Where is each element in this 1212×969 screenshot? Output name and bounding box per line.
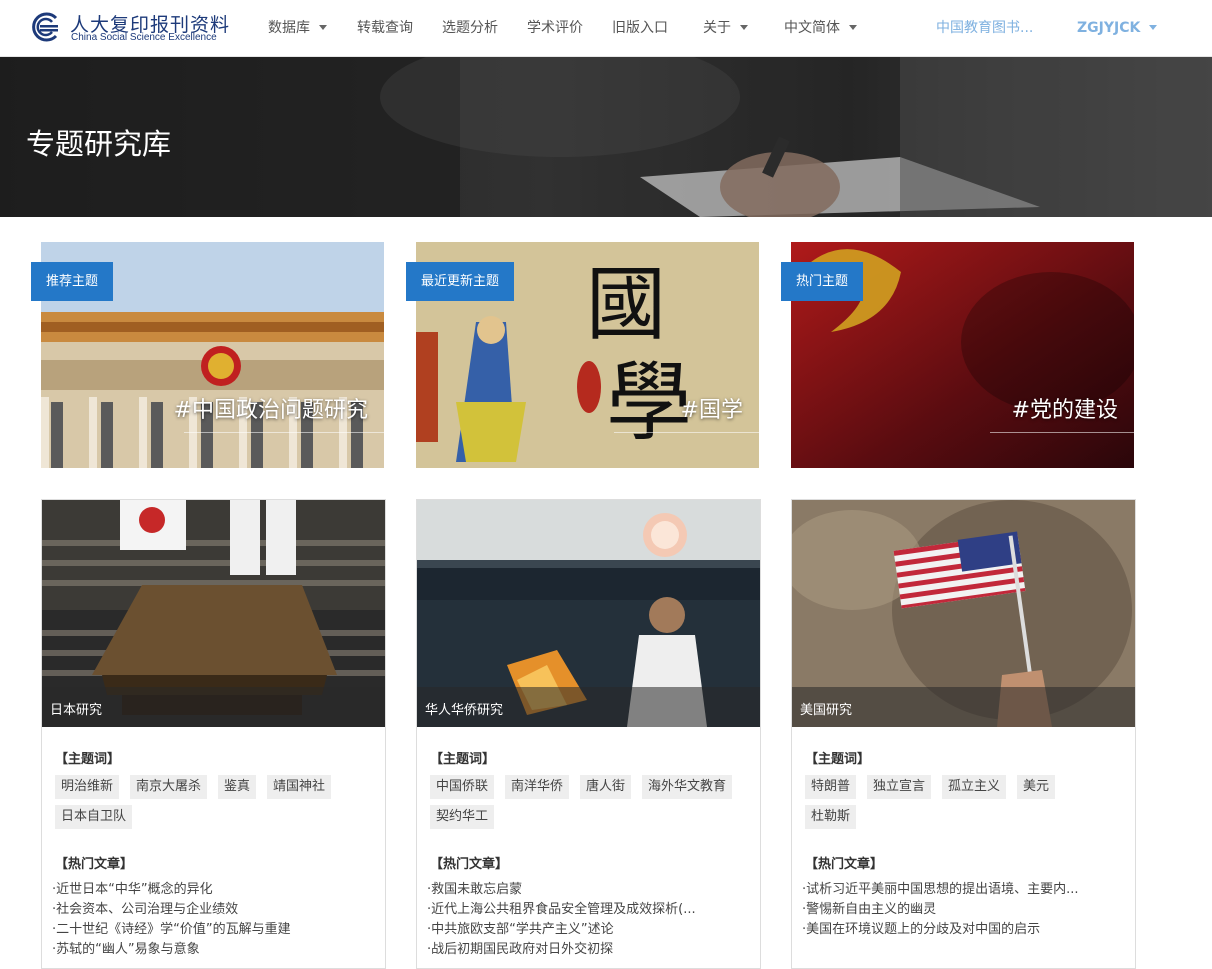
logo-mark-icon (32, 12, 58, 42)
caption-divider (614, 432, 759, 433)
article-link[interactable]: ·试析习近平美丽中国思想的提出语境、主要内... (802, 880, 1127, 900)
keyword-tag[interactable]: 中国侨联 (430, 775, 495, 799)
caret-down-icon (319, 24, 327, 30)
site-logo[interactable]: 人大复印报刊资料 China Social Science Excellence (26, 10, 236, 46)
keyword-tag[interactable]: 海外华文教育 (642, 775, 733, 799)
articles-heading: 【热门文章】 (55, 857, 134, 872)
keyword-tag[interactable]: 独立宣言 (867, 775, 932, 799)
keyword-tag[interactable]: 南京大屠杀 (130, 775, 208, 799)
nav-about[interactable]: 关于 (703, 0, 748, 56)
keyword-tag[interactable]: 靖国神社 (267, 775, 332, 799)
article-link[interactable]: ·美国在环境议题上的分歧及对中国的启示 (802, 920, 1127, 940)
caption-divider (184, 432, 384, 433)
topic-image: 美国研究 (792, 500, 1135, 727)
svg-text:學: 學 (606, 353, 692, 453)
page-title: 专题研究库 (26, 127, 172, 161)
nav-user-menu[interactable]: ZGJYJCK (1077, 0, 1158, 56)
keyword-list: 特朗普 独立宣言 孤立主义 美元杜勒斯 (805, 775, 1125, 835)
nav-language[interactable]: 中文简体 (784, 0, 857, 56)
keyword-tag[interactable]: 鉴真 (218, 775, 257, 799)
tag-recent-update[interactable]: 最近更新主题 (406, 262, 515, 301)
article-link[interactable]: ·苏轼的“幽人”易象与意象 (52, 940, 377, 960)
institution-label: 中国教育图书... (936, 20, 1034, 36)
keywords-heading: 【主题词】 (430, 752, 496, 767)
topic-caption-bar: 日本研究 (42, 687, 385, 727)
topic-name: 美国研究 (800, 703, 853, 718)
article-link[interactable]: ·社会资本、公司治理与企业绩效 (52, 900, 377, 920)
keywords-heading: 【主题词】 (805, 752, 871, 767)
keyword-list: 中国侨联 南洋华侨 唐人街 海外华文教育契约华工 (430, 775, 750, 835)
article-link[interactable]: ·近世日本“中华”概念的异化 (52, 880, 377, 900)
keyword-tag[interactable]: 明治维新 (55, 775, 120, 799)
nav-label: 数据库 (268, 20, 310, 36)
caret-down-icon (740, 24, 748, 30)
banner-background-image (0, 57, 1212, 217)
caption-divider (990, 432, 1134, 433)
nav-label: 中文简体 (784, 20, 840, 36)
nav-database[interactable]: 数据库 (268, 0, 327, 56)
article-list: ·救国未敢忘启蒙 ·近代上海公共租界食品安全管理及成效探析(... ·中共旅欧支… (427, 880, 752, 960)
feature-caption: #中国政治问题研究 (173, 398, 368, 423)
topic-name: 日本研究 (50, 703, 103, 718)
feature-caption: #党的建设 (1011, 398, 1118, 423)
caret-down-icon (1149, 24, 1158, 30)
article-list: ·试析习近平美丽中国思想的提出语境、主要内... ·警惕新自由主义的幽灵 ·美国… (802, 880, 1127, 940)
topic-image: 华人华侨研究 (417, 500, 760, 727)
nav-label: 关于 (703, 20, 731, 36)
topic-caption-bar: 华人华侨研究 (417, 687, 760, 727)
keyword-tag[interactable]: 南洋华侨 (505, 775, 570, 799)
nav-topic-analysis[interactable]: 选题分析 (442, 0, 498, 56)
page-banner: 专题研究库 (0, 57, 1212, 217)
nav-label: 旧版入口 (612, 20, 668, 36)
keywords-heading: 【主题词】 (55, 752, 121, 767)
tag-recommended[interactable]: 推荐主题 (31, 262, 114, 301)
article-link[interactable]: ·中共旅欧支部“学共产主义”述论 (427, 920, 752, 940)
logo-text-en: China Social Science Excellence (71, 32, 217, 43)
keyword-tag[interactable]: 日本自卫队 (55, 805, 133, 829)
topic-caption-bar: 美国研究 (792, 687, 1135, 727)
article-link[interactable]: ·二十世纪《诗经》学“价值”的瓦解与重建 (52, 920, 377, 940)
keyword-tag[interactable]: 唐人街 (580, 775, 632, 799)
topic-name: 华人华侨研究 (425, 703, 504, 718)
topic-card-japan[interactable]: 日本研究 【主题词】 明治维新 南京大屠杀 鉴真 靖国神社日本自卫队 【热门文章】 ·… (41, 499, 386, 969)
top-navbar: 人大复印报刊资料 China Social Science Excellence… (0, 0, 1212, 57)
article-link[interactable]: ·警惕新自由主义的幽灵 (802, 900, 1127, 920)
nav-label: 转载查询 (357, 20, 413, 36)
nav-label: 选题分析 (442, 20, 498, 36)
nav-old-version[interactable]: 旧版入口 (612, 0, 668, 56)
keyword-tag[interactable]: 孤立主义 (942, 775, 1007, 799)
tag-hot[interactable]: 热门主题 (781, 262, 864, 301)
keyword-list: 明治维新 南京大屠杀 鉴真 靖国神社日本自卫队 (55, 775, 375, 835)
article-list: ·近世日本“中华”概念的异化 ·社会资本、公司治理与企业绩效 ·二十世纪《诗经》… (52, 880, 377, 960)
user-label: ZGJYJCK (1077, 20, 1141, 36)
article-link[interactable]: ·救国未敢忘启蒙 (427, 880, 752, 900)
feature-caption: #国学 (680, 398, 743, 423)
keyword-tag[interactable]: 特朗普 (805, 775, 857, 799)
svg-text:國: 國 (586, 258, 666, 351)
keyword-tag[interactable]: 杜勒斯 (805, 805, 857, 829)
nav-institution[interactable]: 中国教育图书... (936, 0, 1033, 56)
keyword-tag[interactable]: 美元 (1017, 775, 1056, 799)
topic-image: 日本研究 (42, 500, 385, 727)
caret-down-icon (849, 24, 857, 30)
nav-reprint-query[interactable]: 转载查询 (357, 0, 413, 56)
articles-heading: 【热门文章】 (805, 857, 884, 872)
article-link[interactable]: ·近代上海公共租界食品安全管理及成效探析(... (427, 900, 752, 920)
nav-label: 学术评价 (527, 20, 583, 36)
keyword-tag[interactable]: 契约华工 (430, 805, 495, 829)
nav-academic-evaluation[interactable]: 学术评价 (527, 0, 583, 56)
article-link[interactable]: ·战后初期国民政府对日外交初探 (427, 940, 752, 960)
topic-card-usa[interactable]: 美国研究 【主题词】 特朗普 独立宣言 孤立主义 美元杜勒斯 【热门文章】 ·试析习近… (791, 499, 1136, 969)
topic-card-overseas-chinese[interactable]: 华人华侨研究 【主题词】 中国侨联 南洋华侨 唐人街 海外华文教育契约华工 【热门文章… (416, 499, 761, 969)
articles-heading: 【热门文章】 (430, 857, 509, 872)
